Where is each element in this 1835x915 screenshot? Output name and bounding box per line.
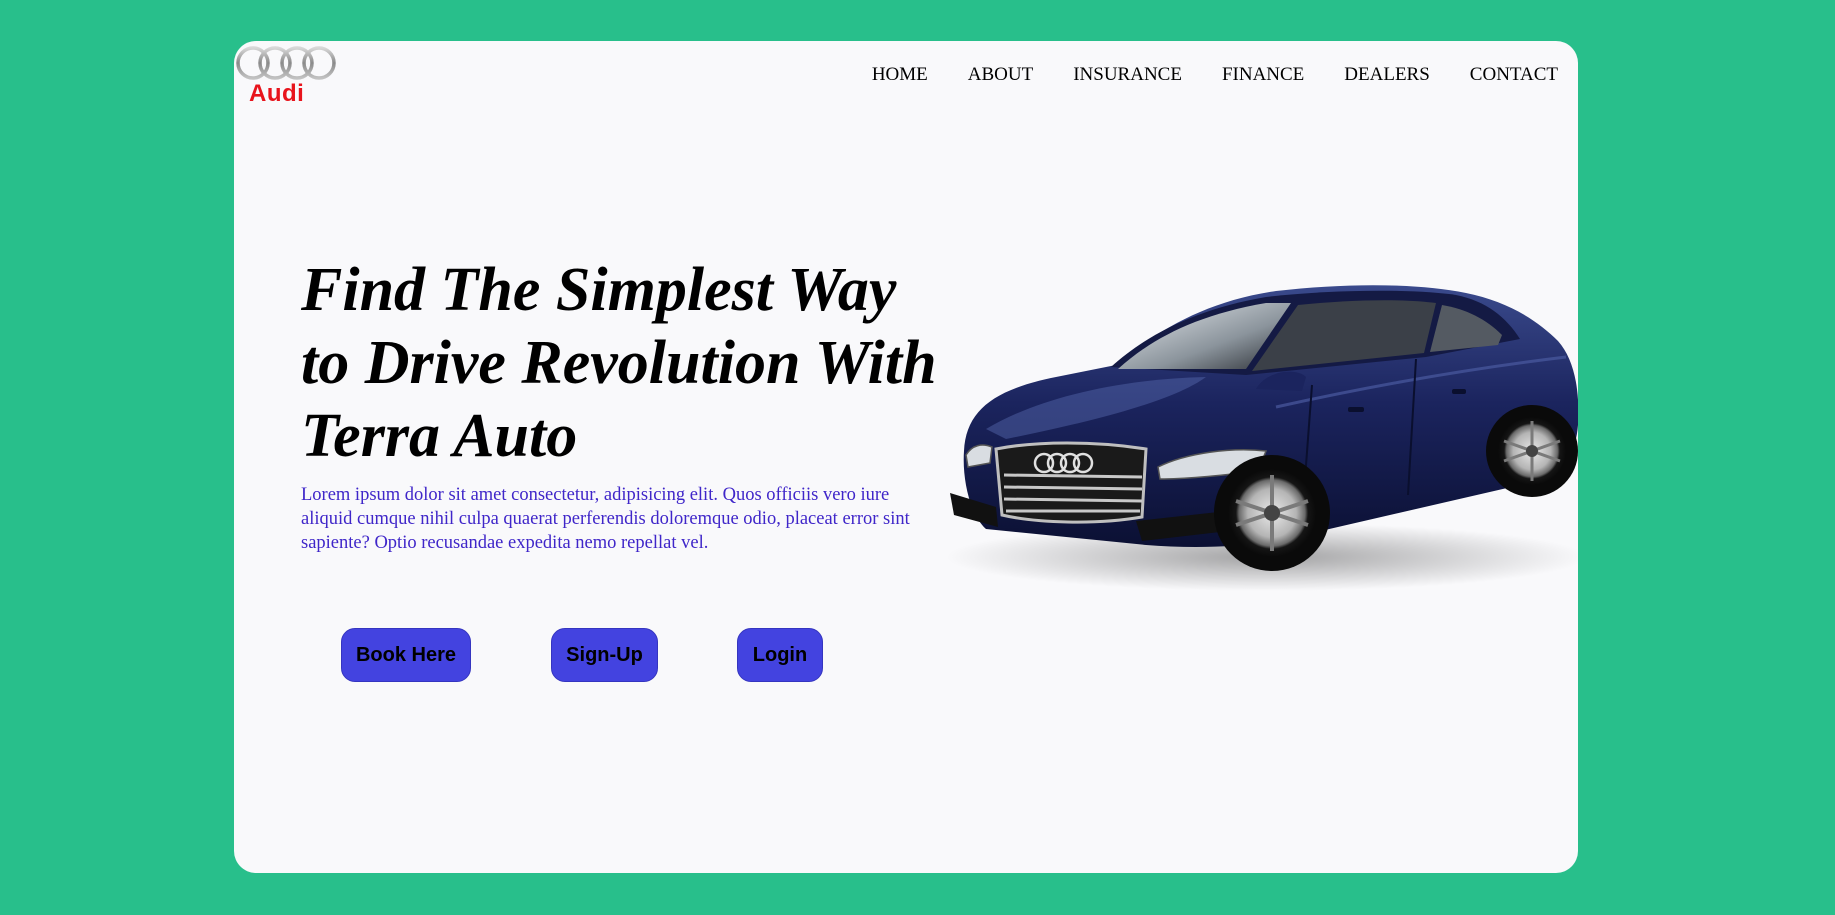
nav-about[interactable]: ABOUT xyxy=(968,65,1033,84)
main-nav: HOME ABOUT INSURANCE FINANCE DEALERS CON… xyxy=(832,65,1558,84)
hero-headline: Find The Simplest Way to Drive Revolutio… xyxy=(301,256,937,470)
audi-rings-icon xyxy=(236,46,336,80)
hero-description: Lorem ipsum dolor sit amet consectetur, … xyxy=(301,485,910,553)
car-image xyxy=(946,239,1578,619)
main-card: Audi HOME ABOUT INSURANCE FINANCE DEALER… xyxy=(234,41,1578,873)
nav-dealers[interactable]: DEALERS xyxy=(1344,65,1430,84)
sign-up-button[interactable]: Sign-Up xyxy=(551,628,658,682)
nav-finance[interactable]: FINANCE xyxy=(1222,65,1304,84)
sedan-illustration xyxy=(946,285,1578,591)
brand-name: Audi xyxy=(249,80,305,107)
nav-home[interactable]: HOME xyxy=(872,65,928,84)
audi-logo[interactable]: Audi xyxy=(236,45,336,111)
login-button[interactable]: Login xyxy=(737,628,823,682)
nav-contact[interactable]: CONTACT xyxy=(1470,65,1558,84)
book-here-button[interactable]: Book Here xyxy=(341,628,471,682)
nav-insurance[interactable]: INSURANCE xyxy=(1073,65,1182,84)
